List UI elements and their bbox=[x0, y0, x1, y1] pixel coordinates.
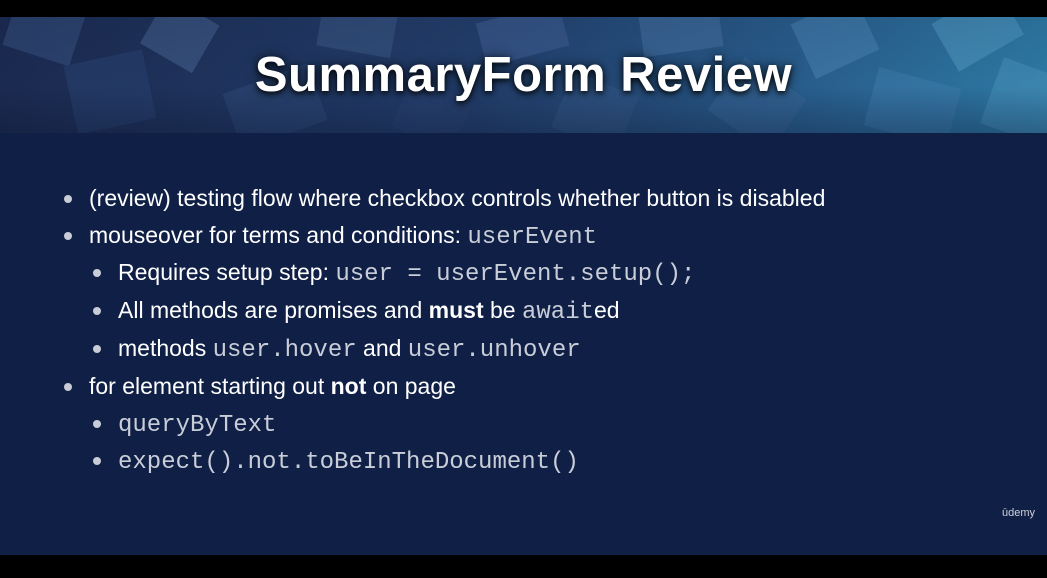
bullet-dot bbox=[93, 457, 101, 465]
sub-bullet-item: Requires setup step: user = userEvent.se… bbox=[93, 258, 696, 289]
bullet-dot bbox=[93, 269, 101, 277]
bullet-text: on page bbox=[366, 373, 456, 399]
bullet-code: userEvent bbox=[467, 224, 598, 251]
bullet-text: ed bbox=[594, 297, 620, 323]
bullet-code: user = userEvent.setup(); bbox=[335, 261, 696, 288]
bullet-code: queryByText bbox=[118, 412, 277, 439]
bullet-text: mouseover for terms and conditions: bbox=[89, 222, 468, 248]
bullet-dot bbox=[64, 232, 72, 240]
bullet-text: Requires setup step: bbox=[118, 259, 336, 285]
bullet-dot bbox=[93, 307, 101, 315]
sub-bullet-item: All methods are promises and must be awa… bbox=[93, 296, 620, 327]
bullet-item: mouseover for terms and conditions: user… bbox=[64, 221, 598, 252]
sub-bullet-item: queryByText bbox=[93, 409, 277, 440]
bullet-code: user.hover bbox=[212, 337, 357, 364]
bullet-bold: must bbox=[428, 297, 484, 323]
bullet-text: and bbox=[356, 335, 408, 361]
bullet-text: methods bbox=[118, 335, 213, 361]
bullet-dot bbox=[64, 383, 72, 391]
bullet-text: be bbox=[483, 297, 522, 323]
bullet-dot bbox=[93, 420, 101, 428]
bullet-text: All methods are promises and bbox=[118, 297, 429, 323]
bullet-text: (review) testing flow where checkbox con… bbox=[89, 185, 826, 211]
bullet-code: await bbox=[521, 299, 594, 326]
slide: SummaryForm Review (review) testing flow… bbox=[0, 17, 1047, 555]
bullet-item: for element starting out not on page bbox=[64, 372, 456, 400]
udemy-logo: ūdemy bbox=[1002, 507, 1036, 519]
sub-bullet-item: expect().not.toBeInTheDocument() bbox=[93, 446, 579, 477]
bullet-dot bbox=[93, 345, 101, 353]
sub-bullet-item: methods user.hover and user.unhover bbox=[93, 334, 581, 365]
bullet-item: (review) testing flow where checkbox con… bbox=[64, 184, 826, 212]
bullet-text: for element starting out bbox=[89, 373, 331, 399]
bullet-bold: not bbox=[330, 373, 367, 399]
bullet-code: expect().not.toBeInTheDocument() bbox=[118, 449, 579, 476]
bullet-list: (review) testing flow where checkbox con… bbox=[0, 17, 1047, 555]
bullet-code: user.unhover bbox=[407, 337, 581, 364]
bullet-dot bbox=[64, 195, 72, 203]
